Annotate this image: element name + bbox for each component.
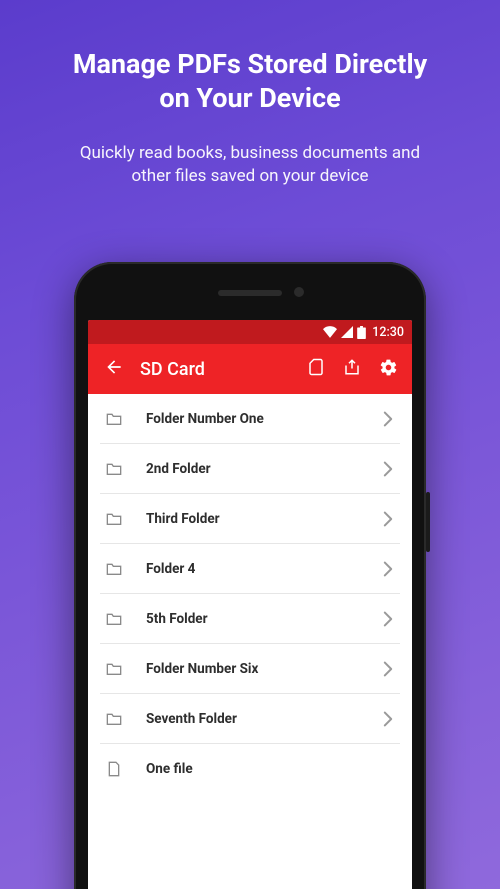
folder-icon — [100, 712, 128, 726]
chevron-right-icon — [376, 561, 400, 577]
app-bar-title: SD Card — [140, 359, 298, 380]
status-time: 12:30 — [372, 325, 404, 340]
file-icon — [100, 761, 128, 777]
folder-icon — [100, 612, 128, 626]
gear-icon — [379, 358, 398, 381]
folder-icon — [100, 662, 128, 676]
storage-button[interactable] — [298, 351, 334, 387]
list-item[interactable]: Seventh Folder — [100, 694, 400, 744]
list-item-label: Folder Number Six — [128, 661, 376, 677]
list-item[interactable]: 2nd Folder — [100, 444, 400, 494]
chevron-right-icon — [376, 711, 400, 727]
wifi-icon — [323, 326, 337, 338]
app-bar: SD Card — [88, 344, 412, 394]
headline-line2: on Your Device — [159, 82, 340, 114]
settings-button[interactable] — [370, 351, 406, 387]
list-item-label: 2nd Folder — [128, 461, 376, 477]
phone-screen: 12:30 SD Card — [88, 320, 412, 889]
list-item-label: 5th Folder — [128, 611, 376, 627]
chevron-right-icon — [376, 511, 400, 527]
list-item-label: Folder 4 — [128, 561, 376, 577]
list-item[interactable]: Folder 4 — [100, 544, 400, 594]
phone-frame: 12:30 SD Card — [74, 262, 426, 889]
battery-icon — [357, 326, 366, 339]
list-item[interactable]: One file — [100, 744, 400, 794]
phone-speaker — [218, 290, 282, 296]
marketing-subtitle: Quickly read books, business documents a… — [0, 116, 500, 190]
folder-icon — [100, 412, 128, 426]
chevron-right-icon — [376, 411, 400, 427]
chevron-right-icon — [376, 661, 400, 677]
list-item[interactable]: 5th Folder — [100, 594, 400, 644]
list-item-label: Folder Number One — [128, 411, 376, 427]
promo-background: Manage PDFs Stored Directly on Your Devi… — [0, 0, 500, 889]
folder-icon — [100, 512, 128, 526]
subtitle-line1: Quickly read books, business documents a… — [80, 143, 420, 163]
list-item[interactable]: Third Folder — [100, 494, 400, 544]
folder-icon — [100, 562, 128, 576]
chevron-right-icon — [376, 461, 400, 477]
list-item-label: Third Folder — [128, 511, 376, 527]
chevron-right-icon — [376, 611, 400, 627]
marketing-headline: Manage PDFs Stored Directly on Your Devi… — [0, 0, 500, 116]
back-button[interactable] — [96, 351, 132, 387]
list-item-label: Seventh Folder — [128, 711, 376, 727]
sdcard-icon — [307, 358, 325, 380]
list-item[interactable]: Folder Number One — [100, 394, 400, 444]
folder-list: Folder Number One 2nd Folder Third Folder F… — [88, 394, 412, 794]
subtitle-line2: other files saved on your device — [131, 166, 368, 186]
list-item-label: One file — [128, 761, 400, 777]
folder-icon — [100, 462, 128, 476]
status-bar: 12:30 — [88, 320, 412, 344]
share-button[interactable] — [334, 351, 370, 387]
share-icon — [343, 358, 361, 380]
arrow-left-icon — [104, 357, 124, 381]
list-item[interactable]: Folder Number Six — [100, 644, 400, 694]
headline-line1: Manage PDFs Stored Directly — [73, 48, 427, 80]
cellular-icon — [341, 326, 353, 338]
phone-camera — [294, 287, 304, 297]
